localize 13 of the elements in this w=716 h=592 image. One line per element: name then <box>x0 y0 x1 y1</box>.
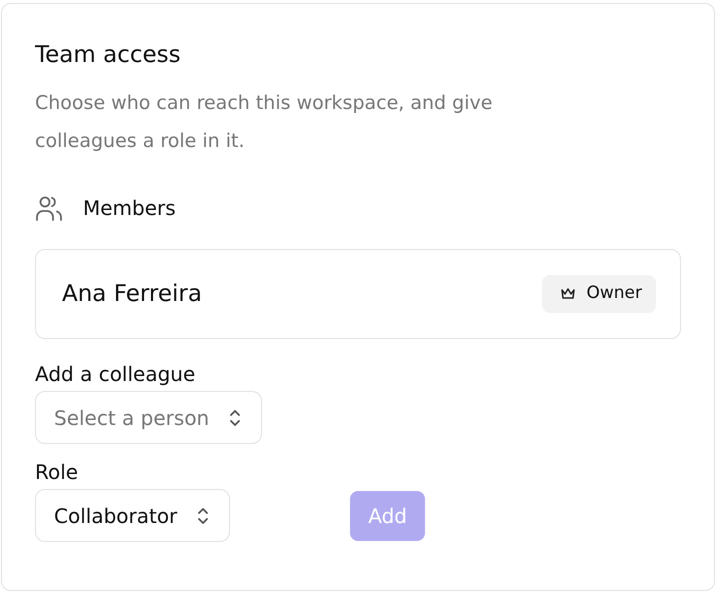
people-icon <box>35 194 63 222</box>
chevron-icon <box>229 408 242 428</box>
field-label: Role <box>35 459 80 485</box>
section-label: Members <box>83 196 176 220</box>
field-label: Add a colleague <box>35 361 196 387</box>
chevron-icon <box>197 506 210 526</box>
role-select[interactable]: Collaborator <box>35 489 230 542</box>
card-title: Team access <box>35 41 182 70</box>
badge-label: Owner <box>586 283 642 303</box>
crown-icon <box>560 286 576 300</box>
person-select[interactable]: Select a person <box>35 391 262 444</box>
card-description: Choose who can reach this workspace, and give colleagues a role in it. <box>35 91 494 154</box>
member-name: Ana Ferreira <box>62 281 202 307</box>
